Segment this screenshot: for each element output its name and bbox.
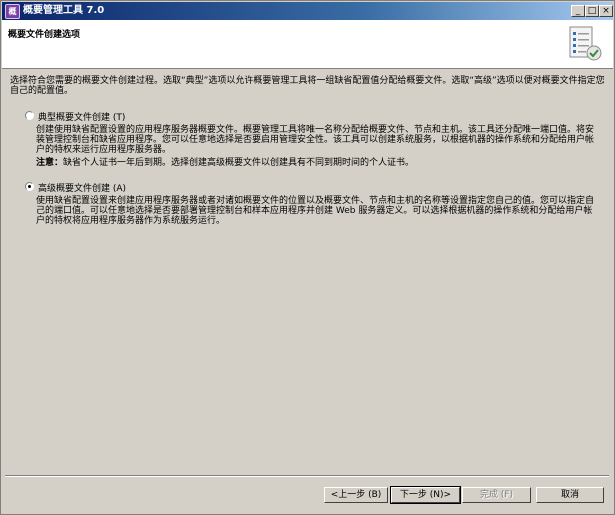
back-button-label: <上一步 (B) xyxy=(330,490,382,500)
typical-note: 注意：缺省个人证书一年后到期。选择创建高级概要文件以创建具有不同到期时间的个人证… xyxy=(36,155,414,168)
advanced-label[interactable]: 高级概要文件创建 (A) xyxy=(38,181,126,194)
intro-text: 选择符合您需要的概要文件创建过程。选取“典型”选项以允许概要管理工具将一组缺省配… xyxy=(10,76,605,96)
maximize-button[interactable]: □ xyxy=(585,5,599,17)
note-label: 注意： xyxy=(36,158,64,168)
next-button[interactable]: 下一步 (N)> xyxy=(390,486,461,504)
profile-tool-icon: 概 xyxy=(5,4,20,19)
cancel-button[interactable]: 取消 xyxy=(536,487,604,503)
minimize-button[interactable]: _ xyxy=(571,5,585,17)
document-checklist-icon xyxy=(569,26,602,61)
window-title: 概要管理工具 7.0 xyxy=(23,5,105,16)
title-bar[interactable]: 概 概要管理工具 7.0 _ □ × xyxy=(2,2,613,20)
finish-button-label: 完成 (F) xyxy=(479,490,514,500)
advanced-radio[interactable] xyxy=(25,182,34,191)
close-button[interactable]: × xyxy=(599,5,613,17)
back-button[interactable]: <上一步 (B) xyxy=(324,487,388,503)
advanced-description: 使用缺省配置设置来创建应用程序服务器或者对诸如概要文件的位置以及概要文件、节点和… xyxy=(36,196,595,226)
wizard-header: 概要文件创建选项 xyxy=(2,20,613,69)
typical-radio[interactable] xyxy=(25,111,34,120)
page-title: 概要文件创建选项 xyxy=(8,30,81,40)
note-text: 缺省个人证书一年后到期。选择创建高级概要文件以创建具有不同到期时间的个人证书。 xyxy=(63,158,415,168)
finish-button[interactable]: 完成 (F) xyxy=(462,487,531,503)
typical-description: 创建使用缺省配置设置的应用程序服务器概要文件。概要管理工具将唯一名称分配给概要文… xyxy=(36,125,595,155)
typical-label[interactable]: 典型概要文件创建 (T) xyxy=(38,110,125,123)
button-separator xyxy=(5,475,609,477)
cancel-button-label: 取消 xyxy=(560,490,579,500)
wizard-window: 概 概要管理工具 7.0 _ □ × 概要文件创建选项 选择符合您需要的概要文件… xyxy=(0,0,615,515)
next-button-label: 下一步 (N)> xyxy=(399,490,452,500)
